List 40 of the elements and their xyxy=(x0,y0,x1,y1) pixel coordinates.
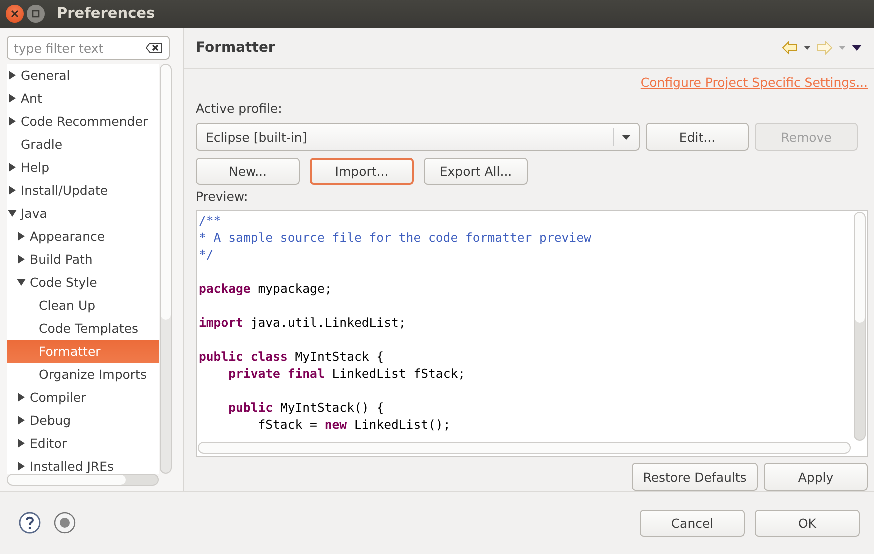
export-button[interactable]: Export All... xyxy=(424,158,528,185)
apply-button[interactable]: Apply xyxy=(764,463,868,491)
new-button[interactable]: New... xyxy=(196,158,300,185)
restore-defaults-button[interactable]: Restore Defaults xyxy=(632,463,758,491)
profile-dropdown[interactable]: Eclipse [built-in] xyxy=(196,123,640,151)
profile-label: Active profile: xyxy=(196,101,284,118)
tree-item[interactable]: Installed JREs xyxy=(7,455,159,474)
window-title: Preferences xyxy=(57,6,156,22)
page-title: Formatter xyxy=(196,40,276,56)
code-comment: /** xyxy=(199,214,222,228)
tree-item[interactable]: Appearance xyxy=(7,225,159,248)
tree-item[interactable]: Install/Update xyxy=(7,179,159,202)
filter-field[interactable]: type filter text xyxy=(7,36,170,60)
ok-button[interactable]: OK xyxy=(755,510,860,536)
code-line: package mypackage; xyxy=(199,282,332,296)
tree-item[interactable]: Debug xyxy=(7,409,159,432)
tree-item[interactable]: Code Style xyxy=(7,271,159,294)
tree-item[interactable]: Code Templates xyxy=(7,317,159,340)
tree-item[interactable]: Gradle xyxy=(7,133,159,156)
tree-item[interactable]: Organize Imports xyxy=(7,363,159,386)
tree-item[interactable]: Build Path xyxy=(7,248,159,271)
code-comment: */ xyxy=(199,248,214,262)
tree-item[interactable]: Clean Up xyxy=(7,294,159,317)
code-line: public class MyIntStack { xyxy=(199,350,384,364)
tree-item[interactable]: Compiler xyxy=(7,386,159,409)
tree-item[interactable]: Help xyxy=(7,156,159,179)
import-button[interactable]: Import... xyxy=(310,158,414,185)
code-line: private final LinkedList fStack; xyxy=(228,367,466,381)
tree-item[interactable]: General xyxy=(7,64,159,87)
code-comment: * A sample source file for the code formatter preview xyxy=(199,231,592,245)
tree-item[interactable]: Ant xyxy=(7,87,159,110)
tree-item[interactable]: Code Recommender xyxy=(7,110,159,133)
tree-item[interactable]: Editor xyxy=(7,432,159,455)
code-line: import java.util.LinkedList; xyxy=(199,316,406,330)
code-line: public MyIntStack() { xyxy=(228,401,384,415)
preview-label: Preview: xyxy=(196,189,250,206)
cancel-button[interactable]: Cancel xyxy=(640,510,745,536)
tree-item[interactable]: Java xyxy=(7,202,159,225)
code-line: fStack = new LinkedList(); xyxy=(257,418,451,432)
edit-button[interactable]: Edit... xyxy=(646,123,749,151)
